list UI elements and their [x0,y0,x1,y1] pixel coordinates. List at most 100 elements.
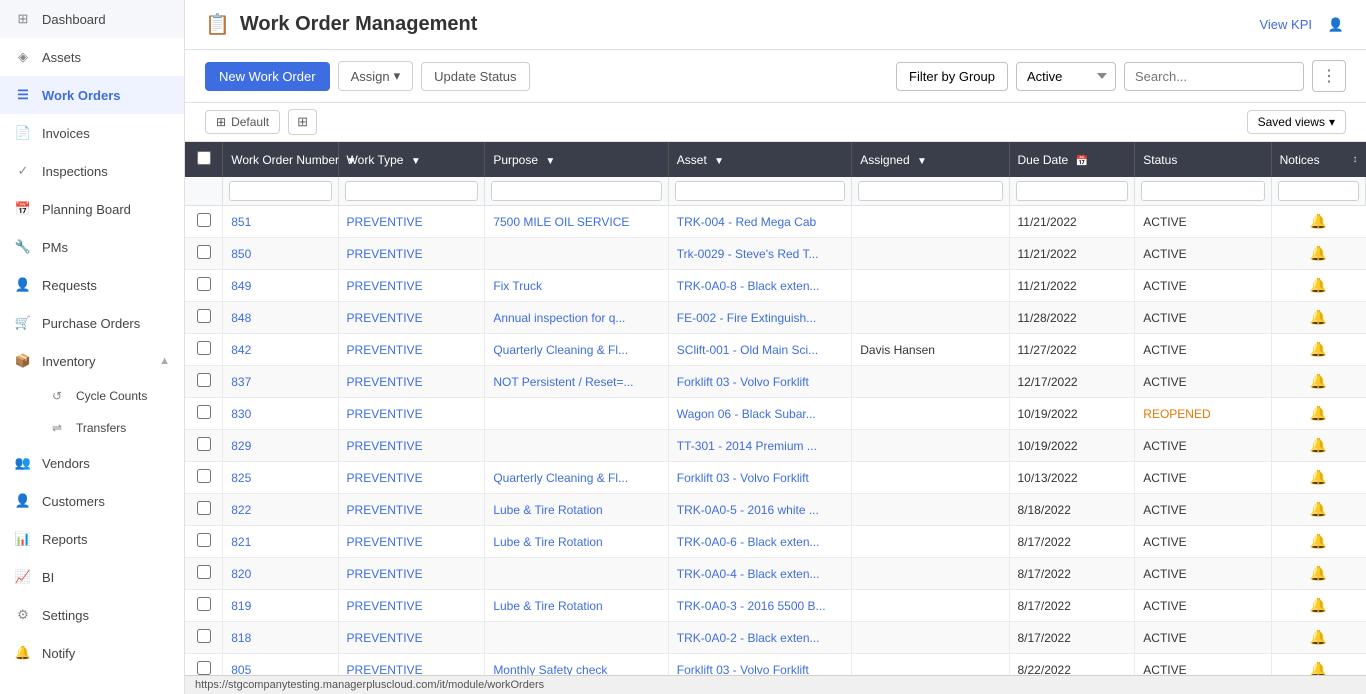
column-toggle-button[interactable]: ⊞ [288,109,317,135]
work-order-number[interactable]: 842 [223,334,338,366]
update-status-button[interactable]: Update Status [421,62,529,91]
notice-bell-icon[interactable]: 🔔 [1310,661,1327,675]
work-order-number[interactable]: 837 [223,366,338,398]
row-select-checkbox[interactable] [197,597,211,611]
sidebar-item-assets[interactable]: ◈ Assets [0,38,184,76]
row-checkbox[interactable] [185,558,223,590]
sidebar-item-reports[interactable]: 📊 Reports [0,520,184,558]
notices[interactable]: 🔔 [1271,590,1365,622]
notices[interactable]: 🔔 [1271,622,1365,654]
row-select-checkbox[interactable] [197,629,211,643]
row-checkbox[interactable] [185,398,223,430]
row-checkbox[interactable] [185,334,223,366]
notices[interactable]: 🔔 [1271,462,1365,494]
notices[interactable]: 🔔 [1271,270,1365,302]
work-order-number[interactable]: 818 [223,622,338,654]
row-select-checkbox[interactable] [197,565,211,579]
sidebar-item-bi[interactable]: 📈 BI [0,558,184,596]
saved-views-button[interactable]: Saved views ▾ [1247,110,1346,134]
search-asset[interactable] [675,181,845,201]
row-checkbox[interactable] [185,526,223,558]
notice-bell-icon[interactable]: 🔔 [1310,213,1327,230]
search-assigned[interactable] [858,181,1002,201]
row-checkbox[interactable] [185,366,223,398]
row-select-checkbox[interactable] [197,245,211,259]
row-checkbox[interactable] [185,654,223,676]
notice-bell-icon[interactable]: 🔔 [1310,341,1327,358]
row-checkbox[interactable] [185,206,223,238]
notice-bell-icon[interactable]: 🔔 [1310,277,1327,294]
sidebar-item-inspections[interactable]: ✓ Inspections [0,152,184,190]
sidebar-item-purchase-orders[interactable]: 🛒 Purchase Orders [0,304,184,342]
row-checkbox[interactable] [185,270,223,302]
work-order-number[interactable]: 850 [223,238,338,270]
sidebar-item-work-orders[interactable]: ☰ Work Orders [0,76,184,114]
notices[interactable]: 🔔 [1271,494,1365,526]
assign-button[interactable]: Assign ▾ [338,61,414,91]
notices[interactable]: 🔔 [1271,238,1365,270]
row-checkbox[interactable] [185,494,223,526]
row-select-checkbox[interactable] [197,405,211,419]
notices[interactable]: 🔔 [1271,334,1365,366]
notices[interactable]: 🔔 [1271,366,1365,398]
sidebar-item-transfers[interactable]: ⇌ Transfers [38,412,184,444]
notices[interactable]: 🔔 [1271,654,1365,676]
row-select-checkbox[interactable] [197,213,211,227]
notice-bell-icon[interactable]: 🔔 [1310,245,1327,262]
view-kpi-link[interactable]: View KPI [1259,17,1312,32]
assigned-filter-icon[interactable]: ▼ [917,156,927,167]
sidebar-item-invoices[interactable]: 📄 Invoices [0,114,184,152]
work-order-number[interactable]: 848 [223,302,338,334]
notices[interactable]: 🔔 [1271,302,1365,334]
search-due-date[interactable] [1016,181,1129,201]
row-select-checkbox[interactable] [197,373,211,387]
row-checkbox[interactable] [185,430,223,462]
sidebar-item-vendors[interactable]: 👥 Vendors [0,444,184,482]
row-checkbox[interactable] [185,622,223,654]
asset-filter-icon[interactable]: ▼ [714,156,724,167]
notice-bell-icon[interactable]: 🔔 [1310,469,1327,486]
row-checkbox[interactable] [185,238,223,270]
work-order-number[interactable]: 819 [223,590,338,622]
search-notices[interactable] [1278,181,1359,201]
row-select-checkbox[interactable] [197,501,211,515]
sidebar-item-inventory[interactable]: 📦 Inventory ▲ [0,342,184,380]
notice-bell-icon[interactable]: 🔔 [1310,533,1327,550]
notices[interactable]: 🔔 [1271,206,1365,238]
search-input[interactable] [1124,62,1304,91]
user-settings-icon[interactable]: 👤 [1326,15,1346,35]
notice-bell-icon[interactable]: 🔔 [1310,565,1327,582]
row-select-checkbox[interactable] [197,341,211,355]
sidebar-item-customers[interactable]: 👤 Customers [0,482,184,520]
work-order-number[interactable]: 849 [223,270,338,302]
work-order-number[interactable]: 805 [223,654,338,676]
filter-by-group-button[interactable]: Filter by Group [896,62,1008,91]
select-all-checkbox[interactable] [197,151,211,165]
notice-bell-icon[interactable]: 🔔 [1310,373,1327,390]
new-work-order-button[interactable]: New Work Order [205,62,330,91]
search-work-order-number[interactable] [229,181,331,201]
work-order-number[interactable]: 825 [223,462,338,494]
sidebar-item-cycle-counts[interactable]: ↺ Cycle Counts [38,380,184,412]
sidebar-item-dashboard[interactable]: ⊞ Dashboard [0,0,184,38]
work-order-number[interactable]: 829 [223,430,338,462]
row-select-checkbox[interactable] [197,661,211,675]
notices[interactable]: 🔔 [1271,398,1365,430]
notices[interactable]: 🔔 [1271,430,1365,462]
sidebar-item-notify[interactable]: 🔔 Notify [0,634,184,672]
work-order-number[interactable]: 820 [223,558,338,590]
work-order-number[interactable]: 821 [223,526,338,558]
row-select-checkbox[interactable] [197,437,211,451]
work-order-number[interactable]: 822 [223,494,338,526]
notices-sort-icon[interactable]: ↕ [1353,154,1358,165]
status-select[interactable]: Active Inactive All [1016,62,1116,91]
search-purpose[interactable] [491,181,661,201]
notice-bell-icon[interactable]: 🔔 [1310,629,1327,646]
sidebar-item-pms[interactable]: 🔧 PMs [0,228,184,266]
sidebar-item-requests[interactable]: 👤 Requests [0,266,184,304]
notice-bell-icon[interactable]: 🔔 [1310,597,1327,614]
notices[interactable]: 🔔 [1271,526,1365,558]
default-view-tag[interactable]: ⊞ Default [205,110,280,134]
row-checkbox[interactable] [185,302,223,334]
row-select-checkbox[interactable] [197,469,211,483]
